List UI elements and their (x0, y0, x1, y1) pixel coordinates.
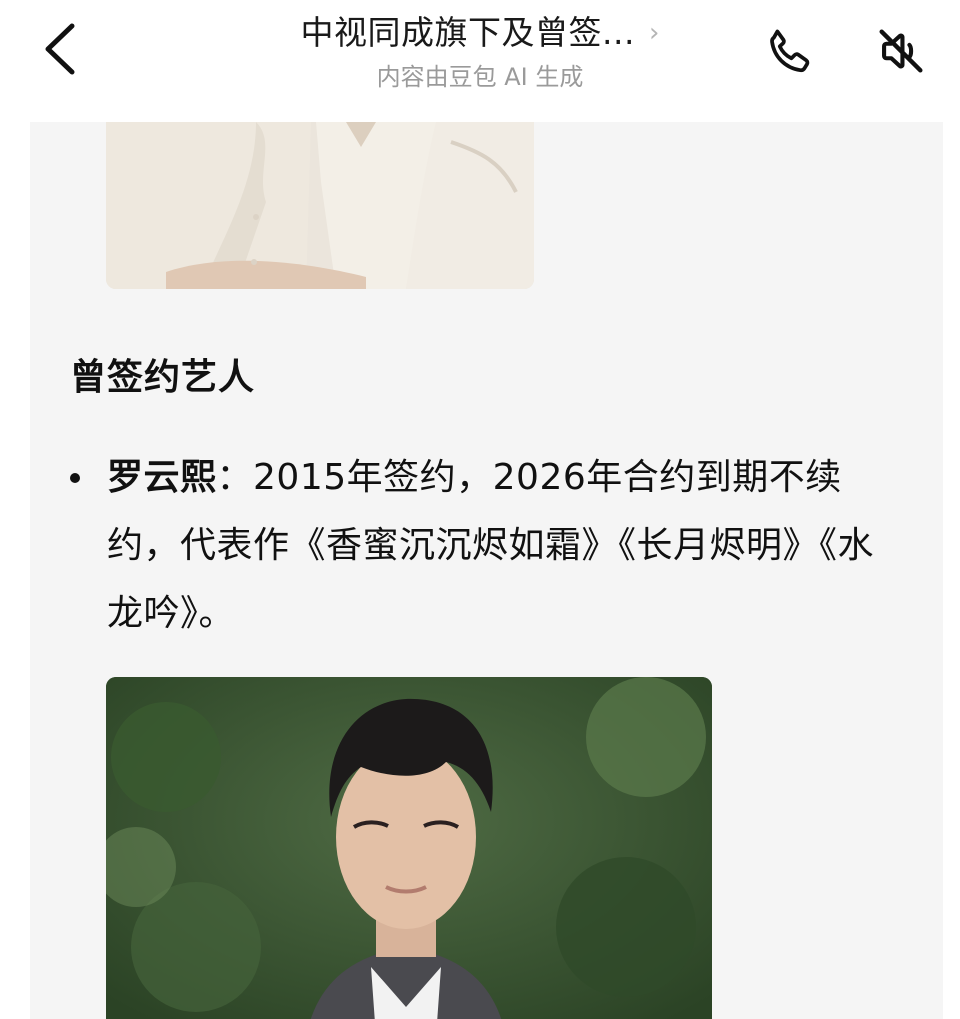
chat-screen: 中视同成旗下及曾签... › 内容由豆包 AI 生成 曾签约艺人 罗云熙：201… (0, 0, 960, 1019)
photo-placeholder (106, 677, 712, 1019)
mute-speaker-button[interactable] (872, 22, 930, 80)
artist-photo[interactable] (106, 677, 712, 1019)
phone-icon (770, 29, 810, 73)
chevron-right-icon: › (649, 18, 660, 48)
ai-generated-note: 内容由豆包 AI 生成 (376, 63, 584, 91)
bullet-dot (70, 473, 80, 483)
back-button[interactable] (38, 18, 86, 80)
chat-title-block: 中视同成旗下及曾签... › 内容由豆包 AI 生成 (200, 10, 760, 92)
ai-message-card: 曾签约艺人 罗云熙：2015年签约，2026年合约到期不续约，代表作《香蜜沉沉烬… (30, 122, 943, 1019)
back-arrow-icon (45, 23, 75, 75)
speaker-muted-icon (879, 29, 923, 73)
artist-entry-text: 罗云熙：2015年签约，2026年合约到期不续约，代表作《香蜜沉沉烬如霜》《长月… (107, 444, 907, 648)
artist-photo-previous[interactable] (106, 122, 534, 289)
artist-description: ：2015年签约，2026年合约到期不续约，代表作《香蜜沉沉烬如霜》《长月烬明》… (107, 457, 875, 634)
photo-placeholder (106, 122, 534, 289)
chat-title-button[interactable]: 中视同成旗下及曾签... › (301, 10, 660, 56)
call-button[interactable] (762, 24, 818, 80)
section-heading: 曾签约艺人 (70, 357, 256, 398)
artist-name: 罗云熙 (107, 457, 217, 498)
chat-header: 中视同成旗下及曾签... › 内容由豆包 AI 生成 (0, 0, 960, 122)
chat-title: 中视同成旗下及曾签... (300, 13, 636, 52)
